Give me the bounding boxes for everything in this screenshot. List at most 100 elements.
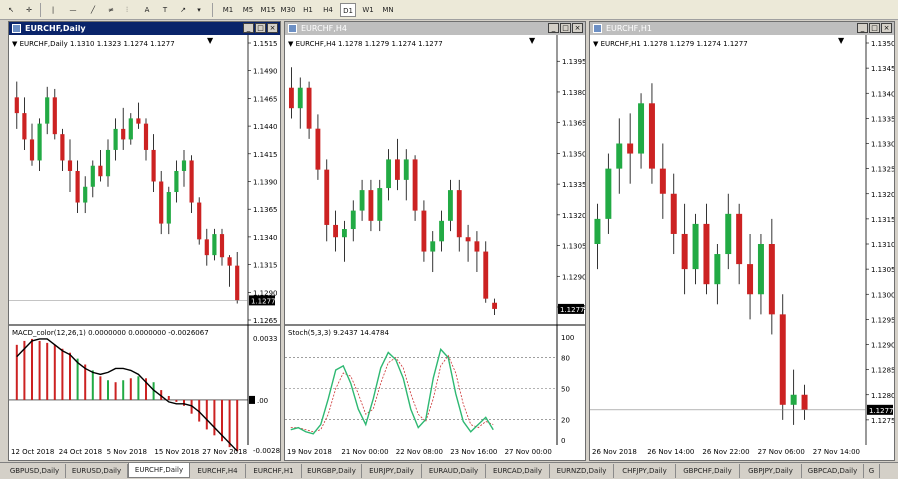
window-titlebar[interactable]: EURCHF,H1 _ □ × (590, 22, 894, 35)
price-tick-label: 1.1490 (253, 68, 278, 76)
candle-body (350, 210, 356, 230)
price-tick-label: 1.1330 (871, 141, 894, 149)
window-title: EURCHF,Daily (25, 24, 86, 33)
current-price-label: 1.1277 (251, 297, 276, 305)
label-icon[interactable]: T (158, 3, 172, 17)
stoch-axis-label: 0 (561, 437, 565, 445)
horizontal-line-icon[interactable]: — (66, 3, 80, 17)
timeframe-h1[interactable]: H1 (300, 3, 316, 17)
candle-body (768, 244, 775, 315)
price-tick-label: 1.1305 (562, 243, 585, 251)
tab-eurnzd-daily[interactable]: EURNZD,Daily (550, 464, 614, 478)
price-tick-label: 1.1320 (562, 212, 585, 220)
tab-gbpchf-daily[interactable]: GBPCHF,Daily (676, 464, 740, 478)
candle-body (204, 239, 209, 256)
tab-chfjpy-daily[interactable]: CHFJPY,Daily (614, 464, 676, 478)
candle-body (45, 97, 50, 124)
dropdown-arrow-icon[interactable]: ▾ (192, 3, 206, 17)
chart-window-eurchf-daily[interactable]: EURCHF,Daily _ □ × ▼ ▼ EURCHF,Daily 1.131… (8, 21, 281, 461)
price-tick-label: 1.1340 (871, 90, 894, 98)
price-tick-label: 1.1350 (871, 40, 894, 48)
window-titlebar[interactable]: EURCHF,Daily _ □ × (9, 22, 280, 35)
time-axis-label: 24 Oct 2018 (59, 448, 102, 456)
maximize-button[interactable]: □ (560, 23, 571, 33)
price-tick-label: 1.1325 (871, 166, 894, 174)
tab-gbpcad-daily[interactable]: GBPCAD,Daily (802, 464, 864, 478)
maximize-button[interactable]: □ (255, 23, 266, 33)
timeframe-d1[interactable]: D1 (340, 3, 356, 17)
candle-body (779, 314, 786, 405)
timeframe-h4[interactable]: H4 (320, 3, 336, 17)
tab-more[interactable]: G (864, 464, 880, 478)
crosshair-icon[interactable]: ✛ (22, 3, 36, 17)
candle-body (790, 394, 797, 405)
price-tick-label: 1.1265 (253, 317, 278, 325)
price-tick-label: 1.1415 (253, 151, 278, 159)
cursor-icon[interactable]: ↖ (4, 3, 18, 17)
channel-icon[interactable]: ≠ (104, 3, 118, 17)
timeframe-mn[interactable]: MN (380, 3, 396, 17)
text-icon[interactable]: A (140, 3, 154, 17)
tab-eurcad-daily[interactable]: EURCAD,Daily (486, 464, 550, 478)
time-axis-label: 23 Nov 16:00 (450, 448, 497, 456)
trendline-icon[interactable]: ╱ (86, 3, 100, 17)
time-axis-label: 5 Nov 2018 (107, 448, 147, 456)
arrows-icon[interactable]: ↗ (176, 3, 190, 17)
candle-body (492, 302, 498, 309)
time-axis-label: 22 Nov 08:00 (396, 448, 443, 456)
candle-body (594, 218, 601, 244)
chart-canvas[interactable]: ▼ ▼ EURCHF,Daily 1.1310 1.1323 1.1274 1.1… (9, 35, 280, 460)
minimize-button[interactable]: _ (243, 23, 254, 33)
close-button[interactable]: × (267, 23, 278, 33)
time-axis-label: 21 Nov 00:00 (341, 448, 388, 456)
stoch-axis-label: 50 (561, 386, 570, 394)
candle-body (83, 186, 88, 203)
vertical-line-icon[interactable]: | (46, 3, 60, 17)
candle-body (627, 143, 634, 154)
chart-canvas[interactable]: ▼ ▼ EURCHF,H4 1.1278 1.1279 1.1274 1.1277… (285, 35, 585, 460)
fibonacci-icon[interactable]: ⫶ (120, 3, 134, 17)
candle-body (725, 213, 732, 255)
candle-body (341, 229, 347, 238)
close-button[interactable]: × (881, 23, 892, 33)
candle-body (67, 160, 73, 171)
price-tick-label: 1.1515 (253, 40, 278, 48)
price-tick-label: 1.1275 (871, 417, 894, 425)
time-axis-label: 12 Oct 2018 (11, 448, 54, 456)
timeframe-m30[interactable]: M30 (280, 3, 296, 17)
candle-body (359, 190, 365, 211)
minimize-button[interactable]: _ (857, 23, 868, 33)
tab-eurusd-daily[interactable]: EURUSD,Daily (66, 464, 128, 478)
tab-gbpjpy-daily[interactable]: GBPJPY,Daily (740, 464, 802, 478)
chart-window-eurchf-h1[interactable]: EURCHF,H1 _ □ × ▼ ▼ EURCHF,H1 1.1278 1.12… (589, 21, 895, 461)
time-axis-label: 26 Nov 14:00 (647, 448, 694, 456)
candle-body (439, 220, 445, 242)
price-tick-label: 1.1340 (253, 234, 278, 242)
minimize-button[interactable]: _ (548, 23, 559, 33)
tab-eurjpy-daily[interactable]: EURJPY,Daily (362, 464, 422, 478)
maximize-button[interactable]: □ (869, 23, 880, 33)
window-title: EURCHF,H4 (301, 24, 347, 33)
candle-body (14, 97, 19, 114)
timeframe-w1[interactable]: W1 (360, 3, 376, 17)
chart-window-eurchf-h4[interactable]: EURCHF,H4 _ □ × ▼ ▼ EURCHF,H4 1.1278 1.12… (284, 21, 586, 461)
price-tick-label: 1.1315 (871, 216, 894, 224)
candle-body (368, 190, 374, 221)
tab-eurchf-daily[interactable]: EURCHF,Daily (128, 463, 190, 478)
indicator-label: MACD_color(12,26,1) 0.0000000 0.0000000 … (12, 329, 209, 337)
close-button[interactable]: × (572, 23, 583, 33)
candle-body (197, 202, 202, 240)
chart-canvas[interactable]: ▼ ▼ EURCHF,H1 1.1278 1.1279 1.1274 1.1277… (590, 35, 894, 460)
timeframe-m15[interactable]: M15 (260, 3, 276, 17)
tab-eurgbp-daily[interactable]: EURGBP,Daily (302, 464, 362, 478)
candle-body (128, 118, 133, 140)
timeframe-m5[interactable]: M5 (240, 3, 256, 17)
price-tick-label: 1.1465 (253, 95, 278, 103)
window-titlebar[interactable]: EURCHF,H4 _ □ × (285, 22, 585, 35)
tab-gbpusd-daily[interactable]: GBPUSD,Daily (4, 464, 66, 478)
tab-eurchf-h4[interactable]: EURCHF,H4 (190, 464, 246, 478)
candle-body (212, 234, 217, 256)
tab-euraud-daily[interactable]: EURAUD,Daily (422, 464, 486, 478)
timeframe-m1[interactable]: M1 (220, 3, 236, 17)
tab-eurchf-h1[interactable]: EURCHF,H1 (246, 464, 302, 478)
